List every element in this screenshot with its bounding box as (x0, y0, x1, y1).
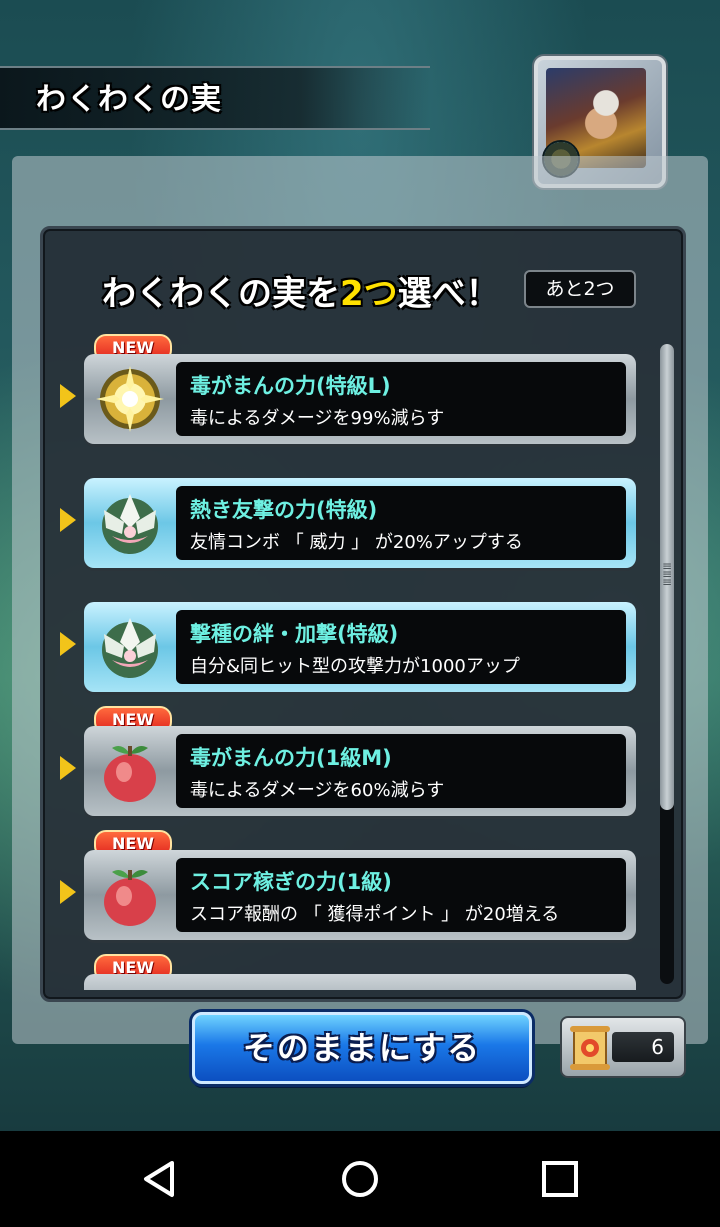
pointer-arrow-icon (60, 632, 76, 656)
fruit-description: 自分&同ヒット型の攻撃力が1000アップ (190, 656, 520, 677)
ticket-counter[interactable]: 6 (560, 1016, 686, 1078)
fruit-item[interactable]: 毒がまんの力(特級L) 毒によるダメージを99%減らす (84, 354, 636, 444)
white-lotus-fruit-icon (102, 618, 158, 678)
pointer-arrow-icon (60, 756, 76, 780)
pointer-arrow-icon (60, 384, 76, 408)
fruit-name: スコア稼ぎの力(1級) (190, 870, 392, 894)
gold-fruit-icon (96, 366, 164, 432)
prompt-text-before: わくわくの実を (102, 274, 340, 314)
fruit-info: 撃種の絆・加撃(特級) 自分&同ヒット型の攻撃力が1000アップ (176, 610, 626, 684)
fruit-item-partial[interactable] (84, 974, 636, 990)
fruit-item[interactable]: 毒がまんの力(1級M) 毒によるダメージを60%減らす (84, 726, 636, 816)
prompt-text-after: 選べ！ (397, 274, 500, 314)
fruit-description: 友情コンボ 「 威力 」 が20%アップする (190, 532, 523, 553)
fruit-item[interactable]: 撃種の絆・加撃(特級) 自分&同ヒット型の攻撃力が1000アップ (84, 602, 636, 692)
page-title: わくわくの実 (36, 82, 222, 117)
fruit-item[interactable]: スコア稼ぎの力(1級) スコア報酬の 「 獲得ポイント 」 が20増える (84, 850, 636, 940)
scroll-grip-icon: ≡ ≡ ≡ (661, 559, 673, 589)
fruit-description: 毒によるダメージを99%減らす (190, 408, 445, 429)
fruit-info: スコア稼ぎの力(1級) スコア報酬の 「 獲得ポイント 」 が20増える (176, 858, 626, 932)
fruit-name: 熱き友撃の力(特級) (190, 498, 378, 522)
fruit-info: 熱き友撃の力(特級) 友情コンボ 「 威力 」 が20%アップする (176, 486, 626, 560)
recents-icon[interactable] (532, 1151, 588, 1207)
home-icon[interactable] (332, 1151, 388, 1207)
fruit-name: 毒がまんの力(特級L) (190, 374, 391, 398)
fruit-item[interactable]: 熱き友撃の力(特級) 友情コンボ 「 威力 」 が20%アップする (84, 478, 636, 568)
fruit-info: 毒がまんの力(1級M) 毒によるダメージを60%減らす (176, 734, 626, 808)
red-fruit-icon (104, 746, 156, 802)
pointer-arrow-icon (60, 508, 76, 532)
fruit-name: 毒がまんの力(1級M) (190, 746, 392, 770)
fruit-description: スコア報酬の 「 獲得ポイント 」 が20増える (190, 904, 560, 925)
scroll-ticket-icon (570, 1026, 610, 1070)
fruit-name: 撃種の絆・加撃(特級) (190, 622, 399, 646)
remaining-badge: あと2つ (524, 270, 636, 308)
android-nav-bar (0, 1131, 720, 1227)
fruit-description: 毒によるダメージを60%減らす (190, 780, 445, 801)
pointer-arrow-icon (60, 880, 76, 904)
red-fruit-icon (104, 870, 156, 926)
keep-as-is-button[interactable]: そのままにする (192, 1012, 532, 1084)
fruit-info: 毒がまんの力(特級L) 毒によるダメージを99%減らす (176, 362, 626, 436)
ticket-count: 6 (612, 1032, 674, 1062)
back-icon[interactable] (132, 1151, 188, 1207)
selection-prompt: わくわくの実を2つ選べ！ (102, 266, 500, 315)
white-lotus-fruit-icon (102, 494, 158, 554)
prompt-count: 2つ (340, 274, 398, 314)
fruit-list: NEW 毒がまんの力(特級L) 毒によるダメージを99%減らす 熱き友撃の力(特… (44, 330, 656, 990)
